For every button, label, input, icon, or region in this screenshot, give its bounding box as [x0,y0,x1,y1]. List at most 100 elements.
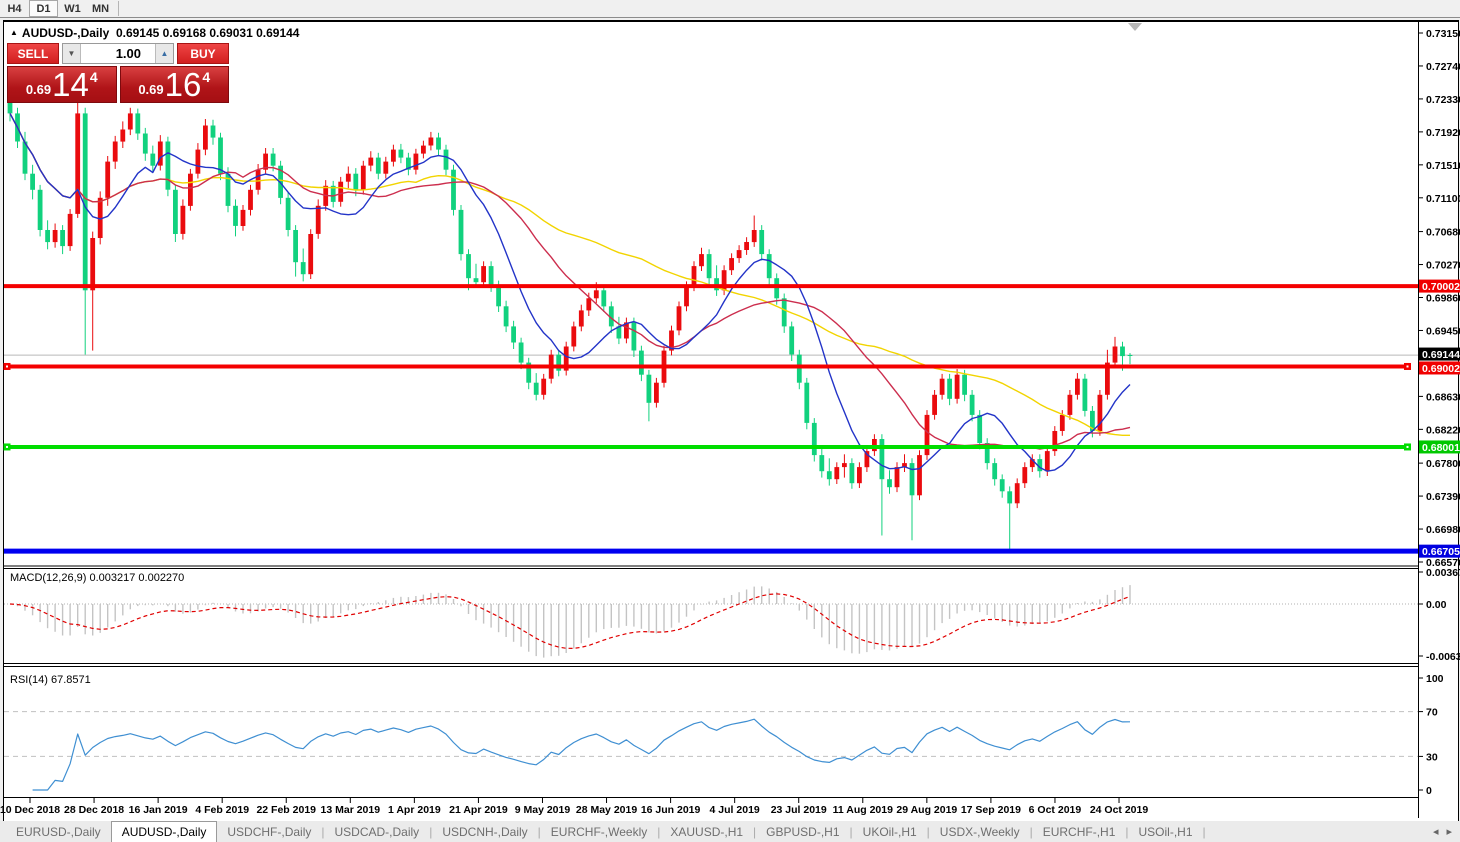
level-line-anchor-dot [6,365,8,367]
candle-body [519,343,524,363]
candle-body [421,146,426,154]
chart-ohlc-header: ▲AUDUSD-,Daily 0.69145 0.69168 0.69031 0… [10,26,299,40]
date-tick-label: 6 Oct 2019 [1029,804,1082,816]
arrow-down-icon: ▼ [68,49,76,58]
candle-body [414,154,419,170]
chart-tab-bar: EURUSD-,DailyAUDUSD-,DailyUSDCHF-,Daily|… [0,821,1460,842]
date-tick-label: 28 May 2019 [576,804,637,816]
date-tick-label: 11 Aug 2019 [833,804,893,816]
candle-body [504,306,509,326]
candle-body [827,471,832,479]
candle-body [361,166,366,190]
candle-body [496,286,501,306]
candle-body [917,455,922,495]
buy-price-big: 16 [165,70,202,100]
sell-price-box[interactable]: 0.69 14 4 [7,66,117,103]
macd-signal-line [10,594,1130,649]
candle-body [173,190,178,234]
candle-body [429,138,434,146]
candle-body [301,262,306,274]
date-tick-label: 4 Feb 2019 [195,804,249,816]
price-level-label-text: 0.66705 [1422,546,1460,558]
rsi-line [33,719,1130,790]
candle-body [842,463,847,467]
candle-body [1113,347,1118,363]
candle-body [368,158,373,166]
chart-tab-ukoil[interactable]: UKOil-,H1 [853,822,927,842]
chart-tab-eurchf[interactable]: EURCHF-,Weekly [541,822,657,842]
buy-button[interactable]: BUY [177,43,229,64]
candle-body [391,150,396,162]
volume-input[interactable]: 1.00 [81,44,155,63]
date-tick-label: 13 Mar 2019 [321,804,381,816]
sell-price-prefix: 0.69 [26,82,51,97]
price-tick-label: 0.70680 [1426,227,1460,239]
tab-scroll-right-icon[interactable]: ▸ [1446,825,1460,842]
price-tick-label: 0.68220 [1426,424,1460,436]
volume-spinner: ▼ 1.00 ▲ [62,43,174,64]
mt4-terminal: H4 D1 W1 MN 0.731500.727400.723300.71920… [0,0,1460,842]
price-tick-label: 0.72330 [1426,94,1460,106]
price-tick-label: 0.67800 [1426,458,1460,470]
ma-slow [10,113,1130,435]
sell-button[interactable]: SELL [7,43,59,64]
candle-body [346,174,351,182]
candle-body [451,170,456,210]
chart-tab-eurchf[interactable]: EURCHF-,H1 [1033,822,1126,842]
candle-body [376,158,381,174]
candle-body [699,254,704,266]
candle-body [511,326,516,342]
macd-indicator-label: MACD(12,26,9) 0.003217 0.002270 [10,572,184,584]
chart-tab-usdchf[interactable]: USDCHF-,Daily [217,822,321,842]
candle-body [90,238,95,290]
buy-price-box[interactable]: 0.69 16 4 [120,66,230,103]
macd-tick-label: 0.00 [1426,599,1447,611]
chart-tab-usdcad[interactable]: USDCAD-,Daily [325,822,430,842]
candle-body [150,154,155,166]
price-tick-label: 0.72740 [1426,61,1460,73]
chart-tab-xauusd[interactable]: XAUUSD-,H1 [660,822,753,842]
volume-increase-button[interactable]: ▲ [155,44,173,63]
rsi-indicator-label: RSI(14) 67.8571 [10,674,91,686]
candle-body [293,230,298,262]
candle-body [135,113,140,133]
candle-body [1120,347,1125,357]
candle-body [586,298,591,310]
price-level-label-text: 0.70002 [1422,281,1460,293]
candle-body [804,383,809,423]
candle-body [632,322,637,350]
price-chart[interactable]: 0.731500.727400.723300.719200.715100.711… [0,0,1460,842]
ma-mid [10,113,1130,449]
price-level-label-text: 0.68001 [1422,442,1460,454]
candle-body [1060,415,1065,431]
chart-tab-audusd[interactable]: AUDUSD-,Daily [111,821,218,842]
candle-body [1045,451,1050,471]
candle-body [383,162,388,174]
candle-body [940,379,945,395]
candle-body [970,395,975,415]
candle-body [850,463,855,483]
price-level-label-text: 0.69144 [1422,349,1460,361]
candle-body [338,182,343,202]
candle-body [534,383,539,395]
price-tick-label: 0.71100 [1426,193,1460,205]
candle-body [1022,467,1027,483]
candle-body [1068,395,1073,415]
date-tick-label: 29 Aug 2019 [896,804,957,816]
chart-tab-usdcnh[interactable]: USDCNH-,Daily [432,822,537,842]
candle-body [992,463,997,479]
tab-scroll-left-icon[interactable]: ◂ [1433,825,1447,842]
level-line-anchor-dot [1407,365,1409,367]
price-tick-label: 0.69450 [1426,325,1460,337]
date-tick-label: 1 Apr 2019 [388,804,441,816]
price-tick-label: 0.71510 [1426,160,1460,172]
macd-tick-label: -0.006378 [1426,651,1460,663]
chart-tab-gbpusd[interactable]: GBPUSD-,H1 [756,822,849,842]
candle-body [459,210,464,254]
chart-tab-usdx[interactable]: USDX-,Weekly [930,822,1030,842]
candle-body [639,351,644,375]
level-line-anchor-dot [1407,446,1409,448]
chart-tab-usoil[interactable]: USOil-,H1 [1129,822,1203,842]
volume-decrease-button[interactable]: ▼ [63,44,81,63]
chart-tab-eurusd[interactable]: EURUSD-,Daily [6,822,111,842]
